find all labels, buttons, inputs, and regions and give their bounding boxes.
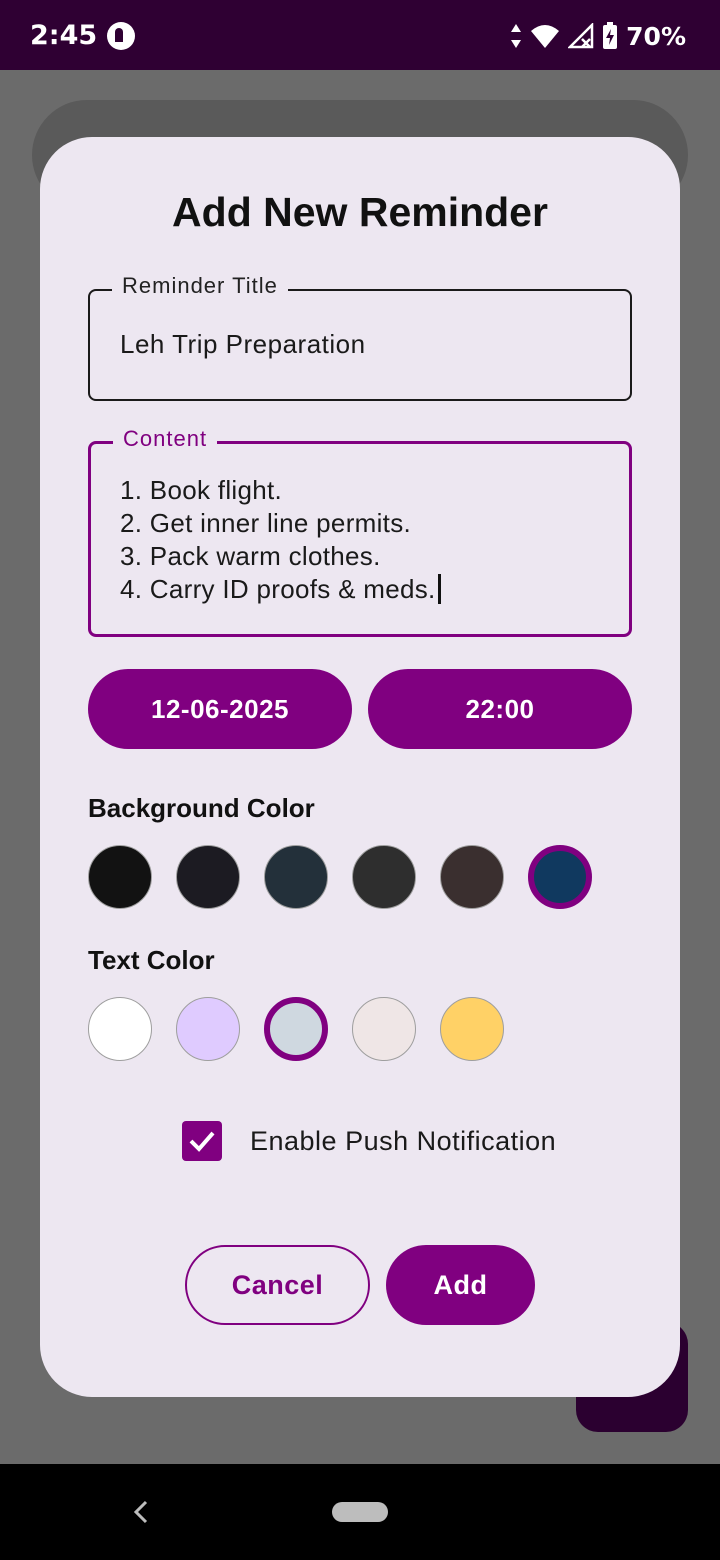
battery-charging-icon <box>603 22 618 49</box>
data-arrows-icon <box>511 24 522 48</box>
status-bar: 2:45 70% <box>0 0 720 70</box>
battery-percentage: 70% <box>626 21 686 51</box>
background-color-swatch[interactable] <box>440 845 504 909</box>
background-color-swatch[interactable] <box>176 845 240 909</box>
signal-no-service-icon <box>568 23 594 49</box>
background-color-swatch[interactable] <box>88 845 152 909</box>
content-line: 4. Carry ID proofs & meds. <box>120 574 436 604</box>
text-color-label: Text Color <box>88 945 215 975</box>
text-cursor <box>437 574 441 604</box>
content-line-last: 4. Carry ID proofs & meds. <box>120 573 441 606</box>
content-line: 2. Get inner line permits. <box>120 508 412 538</box>
dialog-title: Add New Reminder <box>172 189 548 235</box>
background-color-label: Background Color <box>88 793 315 823</box>
push-notification-checkbox[interactable] <box>182 1121 222 1161</box>
text-color-swatch[interactable] <box>440 997 504 1061</box>
push-notification-row[interactable]: Enable Push Notification <box>182 1121 556 1161</box>
wifi-icon <box>531 25 560 48</box>
cancel-button[interactable]: Cancel <box>185 1245 370 1325</box>
content-line: 1. Book flight. <box>120 475 283 505</box>
content-field[interactable]: Content 1. Book flight. 2. Get inner lin… <box>88 426 632 637</box>
content-text[interactable]: 1. Book flight. 2. Get inner line permit… <box>120 474 441 606</box>
reminder-title-field[interactable]: Reminder Title Leh Trip Preparation <box>88 273 632 401</box>
back-icon[interactable] <box>128 1494 152 1530</box>
status-icons: 70% <box>510 18 686 54</box>
background-color-swatch[interactable] <box>528 845 592 909</box>
add-reminder-dialog: Add New Reminder Reminder Title Leh Trip… <box>40 137 680 1397</box>
background-color-swatch[interactable] <box>352 845 416 909</box>
text-color-swatch[interactable] <box>264 997 328 1061</box>
text-color-swatch[interactable] <box>176 997 240 1061</box>
text-color-swatch[interactable] <box>88 997 152 1061</box>
background-color-swatch[interactable] <box>264 845 328 909</box>
content-line: 3. Pack warm clothes. <box>120 541 381 571</box>
date-picker-button[interactable]: 12-06-2025 <box>88 669 352 749</box>
text-color-swatch[interactable] <box>352 997 416 1061</box>
add-button[interactable]: Add <box>386 1245 535 1325</box>
push-notification-label: Enable Push Notification <box>250 1125 557 1156</box>
content-label: Content <box>113 426 218 452</box>
background-color-swatches <box>88 845 592 909</box>
app-notification-icon <box>107 22 135 50</box>
time-picker-button[interactable]: 22:00 <box>368 669 632 749</box>
checkmark-icon <box>189 1131 215 1152</box>
text-color-swatches <box>88 997 504 1061</box>
home-pill[interactable] <box>332 1502 388 1522</box>
reminder-title-label: Reminder Title <box>112 273 288 299</box>
reminder-title-value[interactable]: Leh Trip Preparation <box>120 329 366 360</box>
status-time: 2:45 <box>30 20 98 51</box>
